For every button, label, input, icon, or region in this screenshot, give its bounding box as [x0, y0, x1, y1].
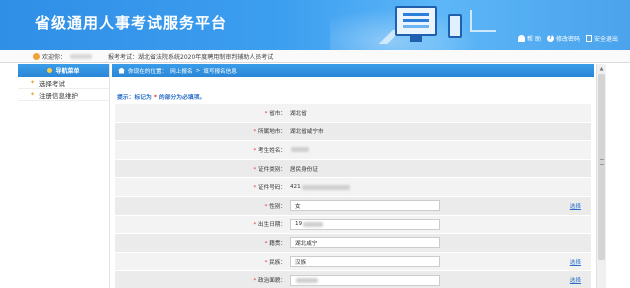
field-label: * 考生姓名：	[253, 147, 286, 154]
sidebar-item-label: 注册信息维护	[39, 91, 79, 100]
name-redacted	[291, 147, 309, 153]
info-bar: 欢迎你： 报考考试： 湖北省法院系统2020年度聘用制审判辅助人员考试	[0, 50, 630, 63]
nav-dot-icon	[47, 68, 53, 73]
change-password-label: 修改密码	[555, 36, 580, 43]
gender-input[interactable]: 女	[290, 200, 440, 212]
political-input[interactable]	[290, 274, 440, 286]
field-label: * 籍贯：	[264, 240, 286, 247]
scrollbar-thumb[interactable]	[598, 74, 605, 260]
vertical-scrollbar[interactable]: ▲	[596, 64, 606, 288]
logout-icon	[585, 35, 592, 42]
form-row-id-number: * 证件号码： 421	[115, 178, 591, 197]
question-icon: ?	[546, 35, 554, 42]
form-row-origin: * 籍贯： 湖北咸宁	[115, 234, 591, 253]
sidebar: 导航菜单 ✦ 选择考试 ✦ 注册信息维护	[18, 64, 110, 288]
id-number-value: 421	[290, 184, 560, 190]
username-redacted	[70, 53, 93, 59]
id-type-value: 居民身份证	[290, 166, 318, 173]
form-row-name: * 考生姓名：	[115, 141, 591, 160]
field-label: * 性别：	[264, 203, 286, 210]
province-value: 湖北省	[290, 110, 307, 117]
gender-select-link[interactable]: 选择	[570, 202, 591, 210]
exam-name: 湖北省法院系统2020年度聘用制审判辅助人员考试	[138, 53, 274, 61]
origin-input[interactable]: 湖北咸宁	[290, 237, 440, 249]
app-header: 省级通用人事考试服务平台 帮 助 ? 修改密码 安全退出	[0, 0, 630, 50]
id-redacted	[301, 184, 350, 190]
sidebar-item-label: 选择考试	[39, 79, 66, 88]
sidebar-header-label: 导航菜单	[55, 68, 80, 75]
breadcrumb-separator: >	[195, 67, 201, 74]
ethnicity-input[interactable]: 汉族	[290, 256, 440, 268]
form-row-city: * 所属地市： 湖北省咸宁市	[115, 122, 591, 142]
main-content: 你现在的位置： 网上报名 > 填写报名信息 提示：标记为 * 的部分为必填项。 …	[112, 64, 594, 288]
change-password-link[interactable]: ? 修改密码	[546, 34, 580, 43]
registration-form: * 省市： 湖北省 * 所属地市： 湖北省咸宁市 * 考生姓名： * 证件类别：…	[115, 104, 591, 288]
header-links: 帮 助 ? 修改密码 安全退出	[518, 34, 618, 43]
form-row-political: * 政治面貌： 选择	[115, 271, 591, 288]
political-redacted	[296, 277, 318, 283]
user-icon	[33, 52, 40, 60]
form-row-province: * 省市： 湖北省	[115, 104, 591, 123]
user-icon	[518, 35, 526, 42]
breadcrumb-level2: 填写报名信息	[203, 68, 237, 75]
form-row-birthdate: * 出生日期： 19	[115, 215, 591, 235]
field-label: * 出生日期：	[253, 222, 286, 229]
help-link[interactable]: 帮 助	[518, 34, 541, 43]
tip-star: *	[153, 95, 157, 101]
welcome-label: 欢迎你：	[42, 53, 67, 61]
tip-prefix: 提示：标记为	[117, 95, 152, 101]
bullet-star-icon: ✦	[30, 91, 36, 98]
logout-label: 安全退出	[593, 36, 618, 43]
form-row-id-type: * 证件类别： 居民身份证	[115, 159, 591, 179]
bullet-star-icon: ✦	[30, 79, 36, 86]
field-label: * 民族：	[264, 259, 286, 266]
breadcrumb-level1[interactable]: 网上报名	[170, 67, 192, 75]
monitor-stand-illustration	[410, 36, 422, 42]
breadcrumb-prefix: 你现在的位置：	[128, 68, 168, 75]
birthdate-input[interactable]: 19	[290, 218, 440, 230]
field-label: * 政治面貌：	[253, 278, 286, 285]
form-row-gender: * 性别： 女 选择	[115, 196, 591, 216]
app-title: 省级通用人事考试服务平台	[35, 14, 228, 32]
city-value: 湖北省咸宁市	[290, 129, 324, 136]
sidebar-header: 导航菜单	[18, 64, 109, 77]
scroll-up-icon[interactable]: ▲	[597, 64, 606, 73]
field-label: * 证件号码：	[253, 185, 286, 192]
birthdate-redacted	[303, 221, 324, 227]
field-label: * 省市：	[264, 110, 286, 117]
monitor-illustration	[395, 6, 437, 36]
required-tip: 提示：标记为 * 的部分为必填项。	[117, 92, 594, 101]
grip-icon	[600, 159, 604, 165]
sidebar-item-registration-info[interactable]: ✦ 注册信息维护	[18, 89, 109, 101]
help-label: 帮 助	[527, 36, 541, 43]
political-select-link[interactable]: 选择	[570, 276, 591, 284]
sidebar-item-select-exam[interactable]: ✦ 选择考试	[18, 77, 109, 89]
breadcrumb: 你现在的位置： 网上报名 > 填写报名信息	[112, 64, 594, 77]
ethnicity-select-link[interactable]: 选择	[570, 258, 591, 266]
field-label: * 所属地市：	[253, 129, 286, 136]
field-label: * 证件类别：	[253, 166, 286, 173]
phone-illustration	[448, 14, 462, 38]
form-row-ethnicity: * 民族： 汉族 选择	[115, 252, 591, 272]
name-value	[290, 147, 560, 153]
chart-illustration	[470, 10, 496, 32]
exam-label: 报考考试：	[108, 53, 139, 61]
tip-suffix: 的部分为必填项。	[158, 95, 206, 101]
home-icon	[118, 67, 125, 74]
logout-link[interactable]: 安全退出	[585, 34, 618, 43]
